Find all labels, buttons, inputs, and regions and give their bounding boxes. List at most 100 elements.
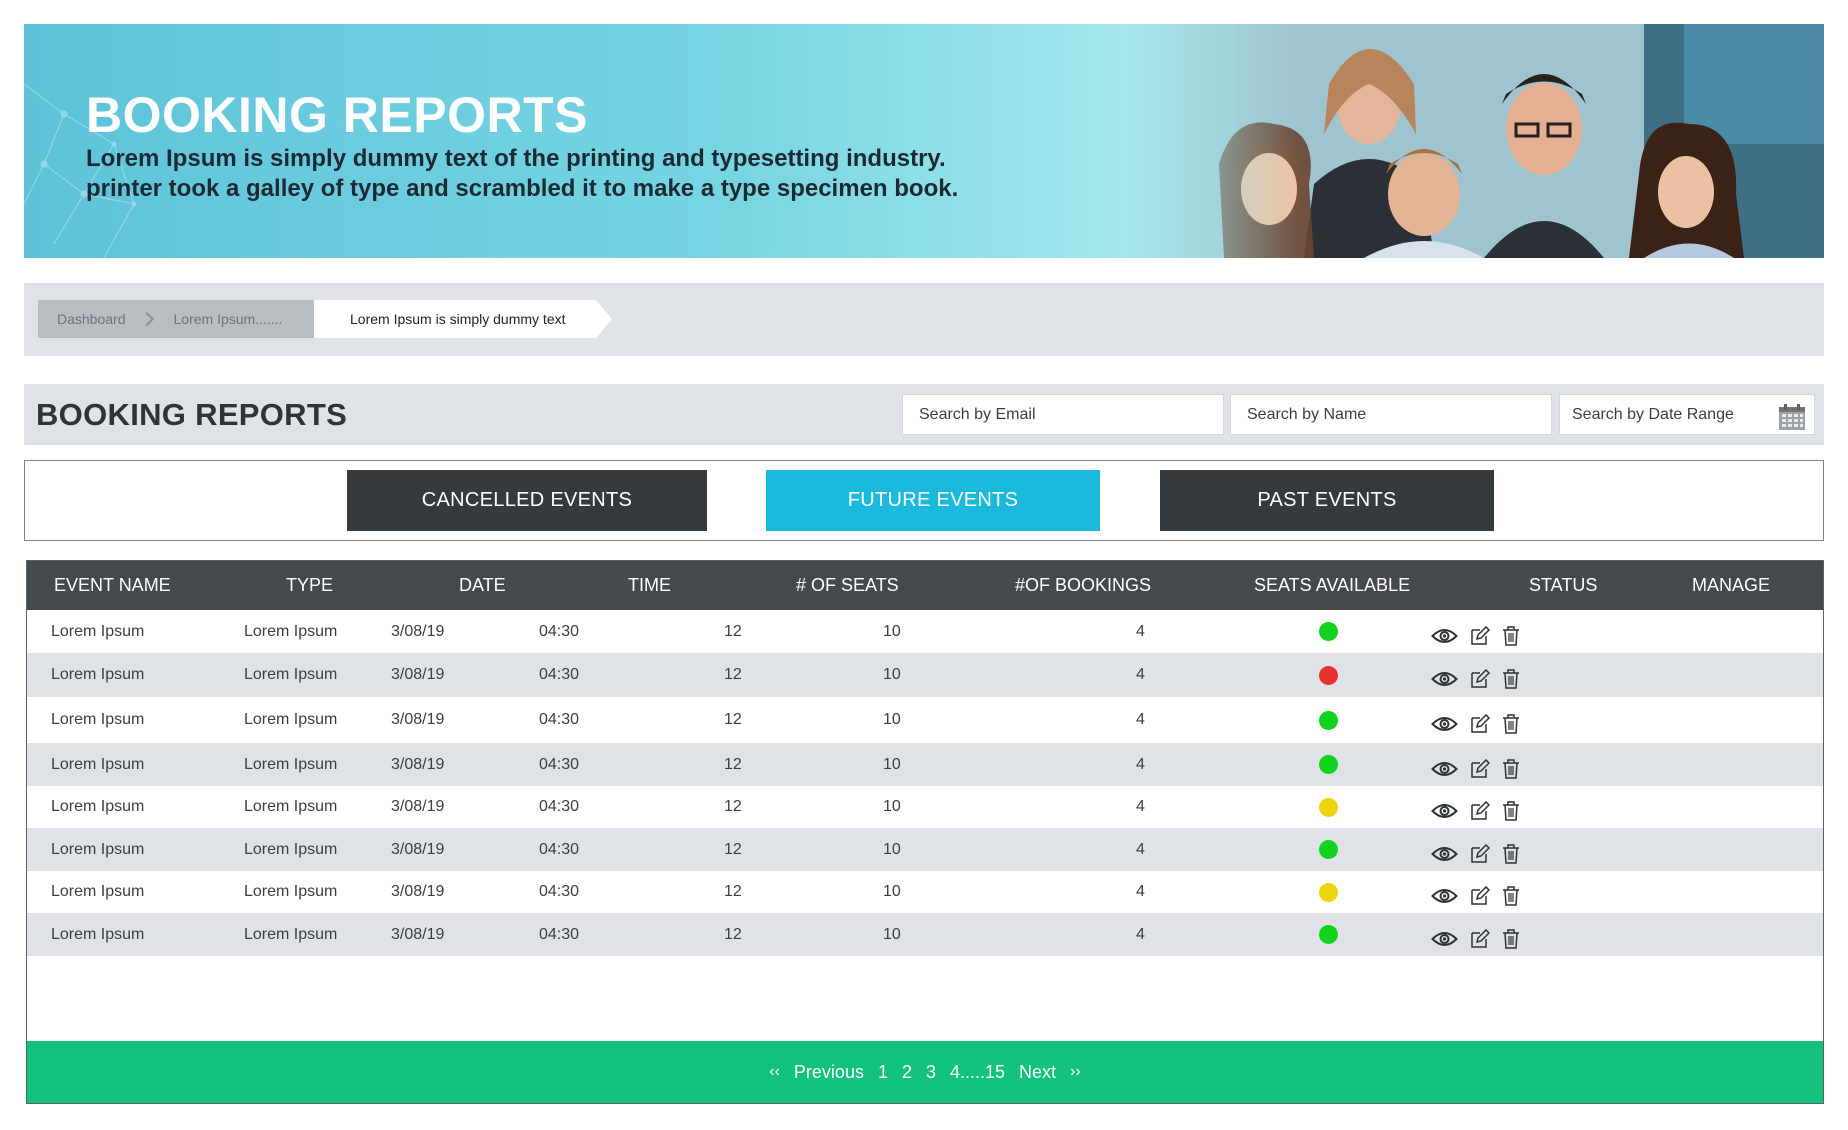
- status-indicator-green: [1319, 840, 1338, 859]
- cell-bookings: 10: [883, 883, 901, 900]
- cell-date: 3/08/19: [391, 666, 445, 683]
- cell-seats-available: 4: [1136, 666, 1145, 683]
- cell-date: 3/08/19: [391, 756, 445, 773]
- event-tabs: CANCELLED EVENTS FUTURE EVENTS PAST EVEN…: [24, 460, 1824, 541]
- manage-actions: [1431, 664, 1520, 694]
- next-page-link[interactable]: Next: [1019, 1062, 1056, 1083]
- column-header-manage: MANAGE: [1692, 575, 1771, 595]
- table-row: Lorem Ipsum Lorem Ipsum 3/08/19 04:30 12 10 4: [27, 610, 1823, 653]
- cell-seats-available: 4: [1136, 798, 1145, 815]
- edit-icon[interactable]: [1470, 714, 1490, 734]
- breadcrumb-item-current: Lorem Ipsum is simply dummy text: [314, 300, 612, 338]
- report-toolbar: BOOKING REPORTS Search by Email Search b…: [24, 384, 1824, 445]
- trash-icon[interactable]: [1502, 759, 1520, 779]
- cell-seats: 12: [724, 798, 742, 815]
- chevron-right-icon: [139, 311, 154, 327]
- cell-date: 3/08/19: [391, 926, 445, 943]
- page-link-1[interactable]: 1: [878, 1062, 888, 1083]
- edit-icon[interactable]: [1470, 626, 1490, 646]
- cell-seats: 12: [724, 756, 742, 773]
- eye-icon[interactable]: [1431, 627, 1458, 645]
- status-indicator-green: [1319, 755, 1338, 774]
- trash-icon[interactable]: [1502, 626, 1520, 646]
- cell-time: 04:30: [539, 623, 580, 640]
- cell-seats-available: 4: [1136, 623, 1145, 640]
- previous-page-link[interactable]: Previous: [794, 1062, 864, 1083]
- table-row: Lorem Ipsum Lorem Ipsum 3/08/19 04:30 12 10 4: [27, 913, 1823, 956]
- cell-bookings: 10: [883, 756, 901, 773]
- cell-event-name: Lorem Ipsum: [51, 926, 145, 943]
- page-link-range[interactable]: 4.....15: [950, 1062, 1005, 1083]
- cell-event-name: Lorem Ipsum: [51, 841, 145, 858]
- breadcrumb: Dashboard Lorem Ipsum....... Lorem Ipsum…: [24, 283, 1824, 356]
- calendar-icon[interactable]: [1778, 403, 1806, 431]
- cell-bookings: 10: [883, 926, 901, 943]
- eye-icon[interactable]: [1431, 845, 1458, 863]
- booking-reports-page: BOOKING REPORTS Lorem Ipsum is simply du…: [0, 0, 1848, 1130]
- page-link-2[interactable]: 2: [902, 1062, 912, 1083]
- edit-icon[interactable]: [1470, 929, 1490, 949]
- breadcrumb-trail-gray: Dashboard Lorem Ipsum.......: [38, 300, 346, 338]
- trash-icon[interactable]: [1502, 844, 1520, 864]
- edit-icon[interactable]: [1470, 844, 1490, 864]
- next-arrow-icon[interactable]: ››: [1070, 1063, 1081, 1081]
- edit-icon[interactable]: [1470, 669, 1490, 689]
- search-email-input[interactable]: Search by Email: [902, 394, 1224, 435]
- cell-time: 04:30: [539, 798, 580, 815]
- cell-seats: 12: [724, 883, 742, 900]
- eye-icon[interactable]: [1431, 715, 1458, 733]
- search-name-input[interactable]: Search by Name: [1230, 394, 1552, 435]
- edit-icon[interactable]: [1470, 759, 1490, 779]
- cell-time: 04:30: [539, 926, 580, 943]
- eye-icon[interactable]: [1431, 670, 1458, 688]
- table-row: Lorem Ipsum Lorem Ipsum 3/08/19 04:30 12 10 4: [27, 743, 1823, 786]
- cell-seats: 12: [724, 711, 742, 728]
- trash-icon[interactable]: [1502, 669, 1520, 689]
- prev-arrow-icon[interactable]: ‹‹: [769, 1063, 780, 1081]
- cell-type: Lorem Ipsum: [244, 666, 338, 683]
- banner-subtitle-line-2: printer took a galley of type and scramb…: [86, 175, 959, 202]
- eye-icon[interactable]: [1431, 802, 1458, 820]
- cell-date: 3/08/19: [391, 883, 445, 900]
- cell-time: 04:30: [539, 756, 580, 773]
- edit-icon[interactable]: [1470, 801, 1490, 821]
- table-row: Lorem Ipsum Lorem Ipsum 3/08/19 04:30 12 10 4: [27, 697, 1823, 743]
- column-header-date: DATE: [459, 575, 506, 595]
- status-indicator-green: [1319, 622, 1338, 641]
- breadcrumb-item-dashboard[interactable]: Dashboard: [57, 311, 126, 327]
- banner-subtitle: Lorem Ipsum is simply dummy text of the …: [86, 144, 1066, 204]
- banner-subtitle-line-1: Lorem Ipsum is simply dummy text of the …: [86, 145, 946, 172]
- manage-actions: [1431, 621, 1520, 651]
- page-link-3[interactable]: 3: [926, 1062, 936, 1083]
- cell-seats-available: 4: [1136, 756, 1145, 773]
- cell-time: 04:30: [539, 711, 580, 728]
- tab-future-events[interactable]: FUTURE EVENTS: [766, 470, 1100, 531]
- eye-icon[interactable]: [1431, 887, 1458, 905]
- tab-cancelled-events[interactable]: CANCELLED EVENTS: [347, 470, 707, 531]
- trash-icon[interactable]: [1502, 714, 1520, 734]
- trash-icon[interactable]: [1502, 801, 1520, 821]
- cell-event-name: Lorem Ipsum: [51, 711, 145, 728]
- search-date-range-input[interactable]: Search by Date Range: [1559, 394, 1815, 435]
- table-row: Lorem Ipsum Lorem Ipsum 3/08/19 04:30 12 10 4: [27, 828, 1823, 871]
- eye-icon[interactable]: [1431, 760, 1458, 778]
- cell-bookings: 10: [883, 798, 901, 815]
- trash-icon[interactable]: [1502, 886, 1520, 906]
- cell-type: Lorem Ipsum: [244, 711, 338, 728]
- trash-icon[interactable]: [1502, 929, 1520, 949]
- tab-past-events[interactable]: PAST EVENTS: [1160, 470, 1494, 531]
- search-date-range-placeholder: Search by Date Range: [1572, 405, 1734, 423]
- cell-type: Lorem Ipsum: [244, 623, 338, 640]
- breadcrumb-item-parent[interactable]: Lorem Ipsum.......: [174, 311, 283, 327]
- cell-event-name: Lorem Ipsum: [51, 756, 145, 773]
- eye-icon[interactable]: [1431, 930, 1458, 948]
- cell-event-name: Lorem Ipsum: [51, 623, 145, 640]
- section-title: BOOKING REPORTS: [36, 397, 348, 432]
- cell-bookings: 10: [883, 623, 901, 640]
- edit-icon[interactable]: [1470, 886, 1490, 906]
- cell-seats: 12: [724, 926, 742, 943]
- cell-event-name: Lorem Ipsum: [51, 798, 145, 815]
- cell-type: Lorem Ipsum: [244, 798, 338, 815]
- cell-time: 04:30: [539, 841, 580, 858]
- cell-type: Lorem Ipsum: [244, 841, 338, 858]
